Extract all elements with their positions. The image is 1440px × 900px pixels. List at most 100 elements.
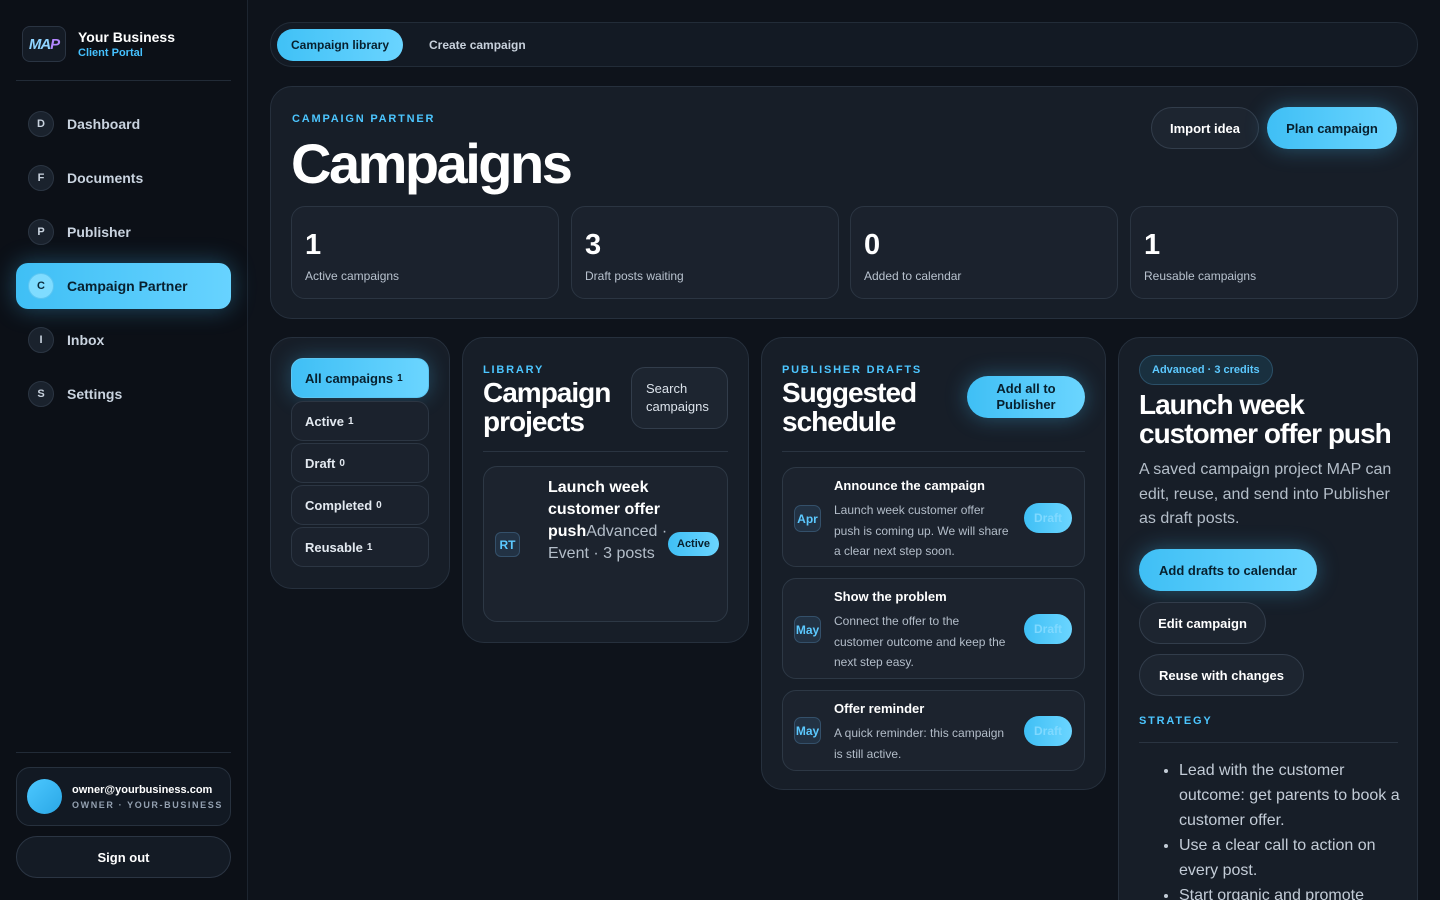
campaigns-header: CAMPAIGN PARTNER Campaigns Import idea P…	[270, 86, 1418, 319]
draft-post-card[interactable]: May Show the problem Connect the offer t…	[782, 578, 1085, 679]
divider	[483, 451, 728, 452]
section-eyebrow: PUBLISHER DRAFTS	[782, 364, 923, 376]
campaign-description: A saved campaign project MAP can edit, r…	[1139, 461, 1392, 527]
filter-active[interactable]: Active 1	[291, 401, 429, 441]
sidebar-item-dashboard[interactable]: D Dashboard	[16, 101, 231, 147]
divider	[16, 752, 231, 753]
sidebar-item-publisher[interactable]: P Publisher	[16, 209, 231, 255]
post-body: A quick reminder: this campaign is still…	[834, 726, 1005, 761]
sidebar-item-label: Dashboard	[67, 116, 141, 132]
stat-card-added-to-calendar: 0 Added to calendar	[850, 206, 1118, 299]
section-eyebrow: CAMPAIGN PARTNER	[292, 113, 436, 125]
filter-completed[interactable]: Completed 0	[291, 485, 429, 525]
tab-create-campaign[interactable]: Create campaign	[415, 29, 540, 61]
brand-name: Your Business	[78, 29, 175, 45]
add-all-to-publisher-button[interactable]: Add all to Publisher	[967, 376, 1085, 418]
filter-count: 1	[397, 372, 403, 384]
project-description: Launch week customer offer pushAdvanced …	[548, 477, 670, 565]
filter-count: 1	[348, 415, 354, 427]
sidebar-item-inbox[interactable]: I Inbox	[16, 317, 231, 363]
section-title: Campaign projects	[483, 377, 611, 437]
sidebar: MA P Your Business Client Portal D Dashbo…	[0, 0, 248, 900]
dashboard-icon: D	[28, 111, 54, 137]
stat-label: Active campaigns	[305, 269, 400, 283]
post-body: Connect the offer to the customer outcom…	[834, 614, 1006, 669]
filter-label: Reusable	[305, 539, 363, 555]
post-month: May	[794, 616, 821, 643]
stat-value: 1	[1144, 229, 1161, 261]
stat-card-draft-posts: 3 Draft posts waiting	[571, 206, 839, 299]
reuse-with-changes-button[interactable]: Reuse with changes	[1139, 654, 1304, 696]
divider	[16, 80, 231, 81]
post-month: May	[794, 717, 821, 744]
import-idea-button[interactable]: Import idea	[1151, 107, 1259, 149]
draft-badge[interactable]: Draft	[1024, 614, 1072, 644]
tab-bar: Campaign library Create campaign	[270, 22, 1418, 67]
search-campaigns-button[interactable]: Search campaigns	[631, 367, 728, 429]
stat-label: Draft posts waiting	[585, 269, 684, 283]
tab-campaign-library[interactable]: Campaign library	[277, 29, 404, 61]
divider	[782, 451, 1085, 452]
divider	[1139, 742, 1398, 743]
sidebar-nav: D Dashboard F Documents P Publisher C Ca…	[16, 101, 231, 425]
inbox-icon: I	[28, 327, 54, 353]
draft-post-card[interactable]: Apr Announce the campaign Launch week cu…	[782, 467, 1085, 567]
brand-logo-text-a: MA	[28, 35, 51, 53]
section-title: Suggested schedule	[782, 377, 917, 437]
post-title: Announce the campaign	[834, 478, 985, 493]
campaign-partner-icon: C	[28, 273, 54, 299]
user-role: OWNER · YOUR-BUSINESS	[72, 799, 223, 810]
sidebar-item-campaign-partner[interactable]: C Campaign Partner	[16, 263, 231, 309]
page-title: Campaigns	[291, 132, 573, 195]
brand-logo: MA P	[22, 26, 66, 62]
sidebar-item-label: Documents	[67, 170, 144, 186]
draft-badge[interactable]: Draft	[1024, 716, 1072, 746]
stat-value: 0	[864, 229, 881, 261]
section-eyebrow: LIBRARY	[483, 364, 545, 376]
filter-all-campaigns[interactable]: All campaigns 1	[291, 358, 429, 398]
stat-label: Reusable campaigns	[1144, 269, 1257, 283]
filter-label: All campaigns	[305, 370, 394, 386]
filter-count: 1	[366, 541, 373, 553]
stat-card-active-campaigns: 1 Active campaigns	[291, 206, 559, 299]
brand-logo-text-b: P	[50, 35, 60, 53]
status-badge: Active	[668, 532, 720, 556]
sign-out-button[interactable]: Sign out	[16, 836, 231, 878]
stat-value: 1	[305, 229, 322, 261]
campaign-detail: Advanced · 3 credits Launch week custome…	[1118, 337, 1418, 900]
user-email: owner@yourbusiness.com	[72, 783, 213, 796]
post-title: Show the problem	[834, 589, 947, 604]
sidebar-item-settings[interactable]: S Settings	[16, 371, 231, 417]
filter-count: 0	[376, 499, 382, 511]
edit-campaign-button[interactable]: Edit campaign	[1139, 602, 1266, 644]
publisher-icon: P	[28, 219, 54, 245]
filter-reusable[interactable]: Reusable 1	[291, 527, 429, 567]
sidebar-item-documents[interactable]: F Documents	[16, 155, 231, 201]
list-item: Start organic and promote	[1179, 883, 1404, 900]
brand-subtitle: Client Portal	[78, 47, 143, 59]
stat-value: 3	[585, 229, 602, 261]
list-item: Use a clear call to action on every post…	[1179, 833, 1404, 883]
campaign-filters: All campaigns 1 Active 1 Draft 0 Completed 0…	[270, 337, 450, 589]
credits-badge: Advanced · 3 credits	[1139, 355, 1273, 385]
suggested-schedule: PUBLISHER DRAFTS Suggested schedule Add …	[761, 337, 1106, 790]
list-item: Lead with the customer outcome: get pare…	[1179, 758, 1404, 833]
avatar	[27, 779, 62, 814]
filter-draft[interactable]: Draft 0	[291, 443, 429, 483]
add-drafts-to-calendar-button[interactable]: Add drafts to calendar	[1139, 549, 1317, 591]
draft-post-card[interactable]: May Offer reminder A quick reminder: thi…	[782, 690, 1085, 771]
user-card[interactable]: owner@yourbusiness.com OWNER · YOUR-BUSI…	[16, 767, 231, 826]
post-title: Offer reminder	[834, 701, 925, 716]
campaign-project-card[interactable]: RT Launch week customer offer pushAdvanc…	[483, 466, 728, 622]
stat-label: Added to calendar	[864, 269, 962, 283]
sidebar-item-label: Inbox	[67, 332, 105, 348]
documents-icon: F	[28, 165, 54, 191]
filter-label: Draft	[305, 455, 336, 471]
sidebar-item-label: Settings	[67, 386, 123, 402]
brand[interactable]: MA P Your Business Client Portal	[22, 26, 175, 62]
stat-card-reusable-campaigns: 1 Reusable campaigns	[1130, 206, 1398, 299]
sidebar-item-label: Publisher	[67, 224, 131, 240]
plan-campaign-button[interactable]: Plan campaign	[1267, 107, 1397, 149]
draft-badge[interactable]: Draft	[1024, 503, 1072, 533]
campaign-library: LIBRARY Campaign projects Search campaig…	[462, 337, 749, 643]
